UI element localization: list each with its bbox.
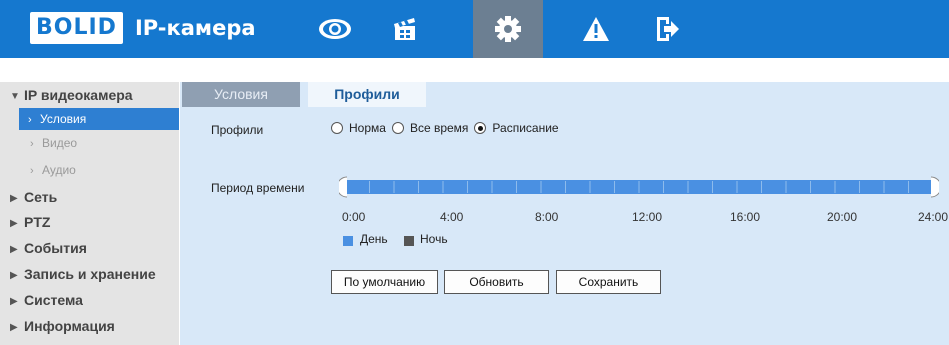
timeline-tick-label: 8:00: [535, 210, 559, 224]
legend-night-swatch: [404, 236, 414, 246]
nav-settings-button[interactable]: [473, 0, 543, 58]
profiles-label: Профили: [211, 123, 264, 137]
timeline-tick-label: 20:00: [827, 210, 858, 224]
logo-mark: BOLID: [30, 12, 123, 44]
timeline-tick-label: 16:00: [730, 210, 761, 224]
radio-normal[interactable]: [331, 122, 343, 134]
collapsed-triangle-icon: ▶: [10, 193, 18, 204]
top-header: BOLID IP-камера: [0, 0, 949, 58]
chevron-right-icon: ›: [30, 165, 34, 177]
gear-icon: [495, 16, 521, 42]
expanded-triangle-icon: ▼: [10, 91, 20, 102]
sidebar-item-ip-camera[interactable]: ▼ IP видеокамера: [0, 84, 179, 106]
sidebar-item-network[interactable]: ▶ Сеть: [0, 186, 179, 208]
collapsed-triangle-icon: ▶: [10, 270, 18, 281]
eye-icon: [319, 19, 351, 39]
refresh-button[interactable]: Обновить: [444, 270, 549, 294]
warning-icon: [583, 17, 609, 41]
sidebar-item-information[interactable]: ▶ Информация: [0, 315, 179, 337]
collapsed-triangle-icon: ▶: [10, 218, 18, 229]
timeline-tick-label: 4:00: [440, 210, 464, 224]
legend-day-label: День: [360, 232, 388, 246]
default-button[interactable]: По умолчанию: [331, 270, 438, 294]
chevron-right-icon: ›: [28, 114, 32, 126]
nav-logout-button[interactable]: [632, 0, 702, 58]
slider-handle-left[interactable]: [339, 176, 348, 198]
sidebar-item-conditions[interactable]: › Условия: [19, 108, 179, 130]
profile-radio-group: Норма Все время Расписание: [331, 121, 565, 135]
tab-conditions[interactable]: Условия: [182, 82, 300, 107]
save-button[interactable]: Сохранить: [556, 270, 661, 294]
nav-live-view-button[interactable]: [300, 0, 370, 58]
radio-schedule-label: Расписание: [492, 121, 559, 135]
collapsed-triangle-icon: ▶: [10, 296, 18, 307]
tab-profiles[interactable]: Профили: [308, 82, 426, 107]
collapsed-triangle-icon: ▶: [10, 244, 18, 255]
clapperboard-icon: [394, 18, 415, 40]
time-period-slider[interactable]: [339, 175, 939, 199]
chevron-right-icon: ›: [30, 138, 34, 150]
app-title: IP-камера: [134, 16, 256, 40]
collapsed-triangle-icon: ▶: [10, 322, 18, 333]
sidebar-item-events[interactable]: ▶ События: [0, 237, 179, 259]
radio-all-time[interactable]: [391, 122, 404, 134]
timeline-tick-label: 24:00: [918, 210, 949, 224]
timeline-tick-label: 0:00: [342, 210, 366, 224]
sidebar: ▼ IP видеокамера › Условия › Видео › Аудио ▶…: [0, 82, 179, 345]
nav-alarm-button[interactable]: [561, 0, 631, 58]
sidebar-item-video[interactable]: › Видео: [0, 132, 179, 154]
radio-normal-label: Норма: [349, 121, 386, 135]
radio-schedule[interactable]: [474, 122, 487, 134]
timeline-tick-label: 12:00: [632, 210, 663, 224]
nav-playback-button[interactable]: [370, 0, 440, 58]
slider-handle-right[interactable]: [930, 176, 939, 198]
logo: BOLID IP-камера: [30, 12, 256, 44]
sidebar-item-ptz[interactable]: ▶ PTZ: [0, 211, 179, 233]
sidebar-item-audio[interactable]: › Аудио: [0, 159, 179, 181]
exit-icon: [657, 17, 679, 41]
time-period-label: Период времени: [211, 181, 305, 195]
legend-day-swatch: [343, 236, 353, 246]
sidebar-item-system[interactable]: ▶ Система: [0, 289, 179, 311]
radio-all-time-label: Все время: [409, 121, 469, 135]
legend-night-label: Ночь: [420, 232, 448, 246]
sidebar-item-storage[interactable]: ▶ Запись и хранение: [0, 263, 179, 285]
